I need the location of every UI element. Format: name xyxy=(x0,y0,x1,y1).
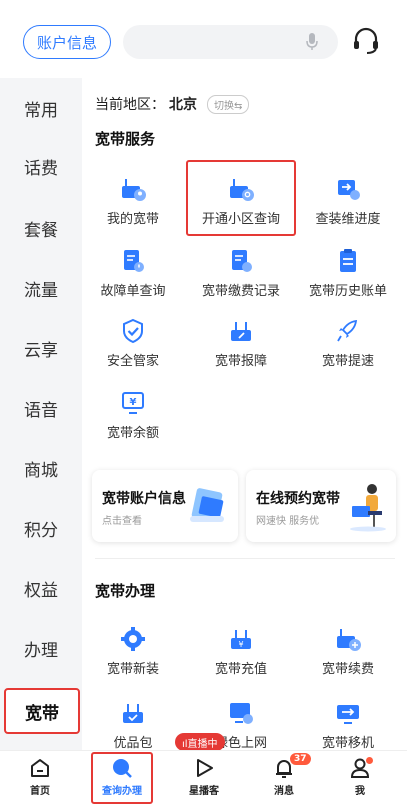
svg-text:¥: ¥ xyxy=(130,397,137,408)
sidebar-item-banli[interactable]: 办理 xyxy=(0,618,82,678)
card-subtitle: 点击查看 xyxy=(102,516,142,527)
tab-messages[interactable]: 37 消息 xyxy=(254,753,314,797)
sidebar-item-taocan[interactable]: 套餐 xyxy=(0,198,82,258)
top-bar: 账户信息 xyxy=(0,0,407,78)
sidebar-item-huafei[interactable]: 话费 xyxy=(0,136,82,196)
recharge-item[interactable]: ¥ 宽带充值 xyxy=(191,626,291,677)
sidebar-item-jifen[interactable]: 积分 xyxy=(0,498,82,558)
category-sidebar: 常用 话费 套餐 流量 云享 语音 商城 积分 权益 办理 宽带 xyxy=(0,78,82,750)
gear-icon xyxy=(121,627,145,651)
broadband-balance-item[interactable]: ¥ 宽带余额 xyxy=(83,390,183,441)
tab-me[interactable]: 我 xyxy=(330,757,390,797)
router-check-icon xyxy=(123,704,143,723)
community-check-highlight xyxy=(186,160,296,236)
installation-progress-item[interactable]: 查装维进度 xyxy=(298,176,398,227)
monitor-link-icon xyxy=(230,703,253,724)
home-icon xyxy=(31,759,49,777)
sidebar-item-quanyi[interactable]: 权益 xyxy=(0,558,82,618)
payment-record-item[interactable]: 宽带缴费记录 xyxy=(191,248,291,299)
play-icon xyxy=(197,759,213,777)
renew-item[interactable]: 宽带续费 xyxy=(298,626,398,677)
sidebar-item-kuandai[interactable]: 宽带 xyxy=(4,688,80,734)
router-yen-icon: ¥ xyxy=(231,630,251,649)
move-arrow-icon xyxy=(337,705,359,724)
sidebar-item-liuliang[interactable]: 流量 xyxy=(0,258,82,318)
relocate-item[interactable]: 宽带移机 xyxy=(298,700,398,751)
section-divider xyxy=(95,558,395,559)
speed-up-item[interactable]: 宽带提速 xyxy=(298,318,398,369)
document-coin-icon xyxy=(232,250,252,272)
sidebar-item-shangcheng[interactable]: 商城 xyxy=(0,438,82,498)
router-wrench-icon xyxy=(231,322,251,341)
card-illustration-icon xyxy=(190,488,224,522)
region-prefix: 当前地区： xyxy=(95,97,165,113)
book-broadband-card[interactable]: 在线预约宽带 网速快 服务优 xyxy=(246,470,396,542)
query-tab-highlight xyxy=(91,752,153,804)
fault-ticket-item[interactable]: 故障单查询 xyxy=(83,248,183,299)
rocket-icon xyxy=(337,319,358,342)
card-subtitle: 网速快 服务优 xyxy=(256,516,320,527)
broadband-service-title: 宽带服务 xyxy=(95,130,156,148)
search-input[interactable] xyxy=(123,25,338,59)
account-info-button[interactable]: 账户信息 xyxy=(23,25,111,59)
monitor-yen-icon: ¥ xyxy=(122,392,144,414)
history-bill-item[interactable]: 宽带历史账单 xyxy=(298,248,398,299)
security-manager-item[interactable]: 安全管家 xyxy=(83,318,183,369)
tab-home[interactable]: 首页 xyxy=(10,757,70,797)
progress-arrow-icon xyxy=(338,180,360,200)
main-content: 当前地区： 北京 切换⇆ 宽带服务 我的宽带 开通小区查询 查装维进度 故障单查… xyxy=(82,78,407,751)
bottom-tab-bar: 首页 查询办理 星播客 37 消息 我 xyxy=(0,750,407,806)
customer-service-icon[interactable] xyxy=(352,27,380,55)
card-title: 宽带账户信息 xyxy=(102,491,186,507)
premium-pack-item[interactable]: 优品包 xyxy=(83,700,183,751)
tab-star-podcast[interactable]: 星播客 xyxy=(174,757,234,797)
live-badge[interactable]: ıl直播中 xyxy=(175,733,225,751)
new-install-item[interactable]: 宽带新装 xyxy=(83,626,183,677)
shield-check-icon xyxy=(123,318,143,344)
svg-text:¥: ¥ xyxy=(238,640,243,649)
notification-dot xyxy=(366,757,373,764)
my-broadband-item[interactable]: 我的宽带 xyxy=(83,176,183,227)
sidebar-item-yuyin[interactable]: 语音 xyxy=(0,378,82,438)
broadband-handle-title: 宽带办理 xyxy=(95,582,156,600)
clipboard-icon xyxy=(340,249,356,272)
region-selector: 当前地区： 北京 切换⇆ xyxy=(95,94,250,114)
sidebar-item-yunxiang[interactable]: 云享 xyxy=(0,318,82,378)
microphone-icon[interactable] xyxy=(306,33,318,51)
document-alert-icon xyxy=(124,250,144,272)
account-info-card[interactable]: 宽带账户信息 点击查看 xyxy=(92,470,238,542)
message-count-badge: 37 xyxy=(290,753,311,765)
sidebar-item-changyong[interactable]: 常用 xyxy=(0,78,82,138)
router-user-icon xyxy=(122,179,146,201)
switch-region-button[interactable]: 切换⇆ xyxy=(207,94,250,114)
report-fault-item[interactable]: 宽带报障 xyxy=(191,318,291,369)
person-illustration-icon xyxy=(350,484,386,532)
region-name: 北京 xyxy=(169,97,197,113)
router-plus-icon xyxy=(337,629,361,651)
card-title: 在线预约宽带 xyxy=(256,491,340,507)
